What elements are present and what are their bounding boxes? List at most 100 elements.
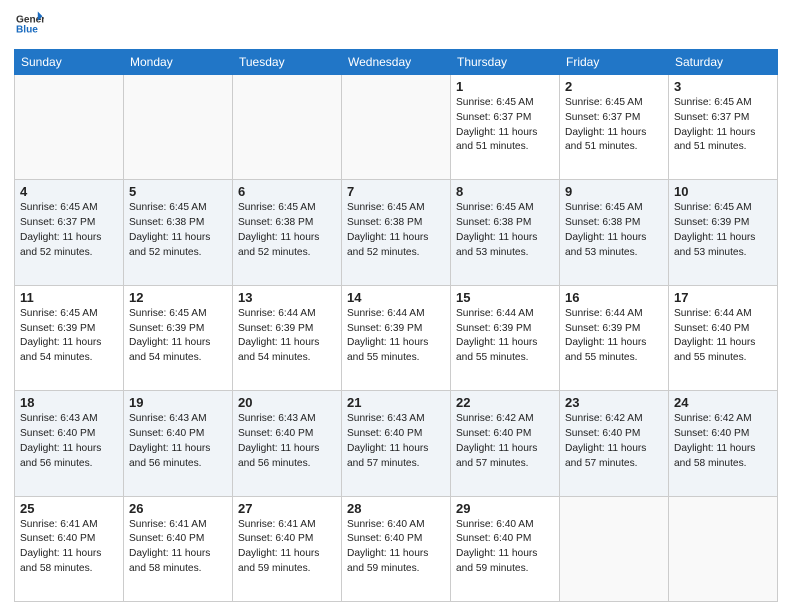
day-info: Sunrise: 6:43 AM Sunset: 6:40 PM Dayligh…	[238, 412, 336, 471]
day-info: Sunrise: 6:45 AM Sunset: 6:39 PM Dayligh…	[129, 307, 227, 366]
calendar-week-row: 11 Sunrise: 6:45 AM Sunset: 6:39 PM Dayli…	[15, 285, 778, 390]
day-number: 29	[456, 501, 554, 516]
day-number: 3	[674, 79, 772, 94]
calendar-cell: 22Sunrise: 6:42 AM Sunset: 6:40 PM Dayli…	[451, 391, 560, 496]
day-info: Sunrise: 6:41 AM Sunset: 6:40 PM Dayligh…	[238, 518, 336, 577]
day-info: Sunrise: 6:44 AM Sunset: 6:39 PM Dayligh…	[347, 307, 445, 366]
calendar-cell: 23 Sunrise: 6:42 AM Sunset: 6:40 PM Dayli…	[560, 391, 669, 496]
calendar-cell: 3 Sunrise: 6:45 AM Sunset: 6:37 PM Daylig…	[669, 75, 778, 180]
calendar-cell: 17Sunrise: 6:44 AM Sunset: 6:40 PM Dayli…	[669, 285, 778, 390]
day-info: Sunrise: 6:41 AM Sunset: 6:40 PM Dayligh…	[20, 518, 118, 577]
calendar-cell: 4 Sunrise: 6:45 AM Sunset: 6:37 PM Daylig…	[15, 180, 124, 285]
calendar-cell: 14 Sunrise: 6:44 AM Sunset: 6:39 PM Dayli…	[342, 285, 451, 390]
calendar-cell: 13 Sunrise: 6:44 AM Sunset: 6:39 PM Dayli…	[233, 285, 342, 390]
calendar-cell: 28 Sunrise: 6:40 AM Sunset: 6:40 PM Dayli…	[342, 496, 451, 601]
day-info: Sunrise: 6:43 AM Sunset: 6:40 PM Dayligh…	[20, 412, 118, 471]
calendar-cell: 29 Sunrise: 6:40 AM Sunset: 6:40 PM Dayli…	[451, 496, 560, 601]
day-info: Sunrise: 6:44 AM Sunset: 6:39 PM Dayligh…	[238, 307, 336, 366]
day-number: 27	[238, 501, 336, 516]
day-info: Sunrise: 6:45 AM Sunset: 6:37 PM Dayligh…	[20, 201, 118, 260]
day-info: Sunrise: 6:45 AM Sunset: 6:39 PM Dayligh…	[20, 307, 118, 366]
day-number: 28	[347, 501, 445, 516]
day-number: 4	[20, 184, 118, 199]
day-info: Sunrise: 6:40 AM Sunset: 6:40 PM Dayligh…	[456, 518, 554, 577]
day-info: Sunrise: 6:45 AM Sunset: 6:37 PM Dayligh…	[565, 96, 663, 155]
calendar-cell: 24 Sunrise: 6:42 AM Sunset: 6:40 PM Dayli…	[669, 391, 778, 496]
day-number: 2	[565, 79, 663, 94]
day-number: 12	[129, 290, 227, 305]
svg-text:Blue: Blue	[16, 25, 38, 36]
calendar-cell: 5 Sunrise: 6:45 AM Sunset: 6:38 PM Daylig…	[124, 180, 233, 285]
day-number: 23	[565, 395, 663, 410]
day-number: 15	[456, 290, 554, 305]
day-info: Sunrise: 6:40 AM Sunset: 6:40 PM Dayligh…	[347, 518, 445, 577]
calendar-cell: 7 Sunrise: 6:45 AM Sunset: 6:38 PM Daylig…	[342, 180, 451, 285]
calendar-cell	[560, 496, 669, 601]
header: General Blue	[14, 10, 778, 43]
day-number: 9	[565, 184, 663, 199]
day-info: Sunrise: 6:42 AM Sunset: 6:40 PM Dayligh…	[674, 412, 772, 471]
page: General Blue SundayMondayTuesdayWednesda…	[0, 0, 792, 612]
day-info: Sunrise: 6:45 AM Sunset: 6:38 PM Dayligh…	[347, 201, 445, 260]
day-number: 6	[238, 184, 336, 199]
day-number: 24	[674, 395, 772, 410]
calendar-week-row: 4 Sunrise: 6:45 AM Sunset: 6:37 PM Daylig…	[15, 180, 778, 285]
day-number: 14	[347, 290, 445, 305]
day-number: 21	[347, 395, 445, 410]
calendar-cell: 18 Sunrise: 6:43 AM Sunset: 6:40 PM Dayli…	[15, 391, 124, 496]
weekday-header: Thursday	[451, 50, 560, 75]
weekday-header: Saturday	[669, 50, 778, 75]
day-number: 13	[238, 290, 336, 305]
calendar-cell: 15 Sunrise: 6:44 AM Sunset: 6:39 PM Dayli…	[451, 285, 560, 390]
calendar-cell: 9 Sunrise: 6:45 AM Sunset: 6:38 PM Daylig…	[560, 180, 669, 285]
calendar-cell: 25 Sunrise: 6:41 AM Sunset: 6:40 PM Dayli…	[15, 496, 124, 601]
day-number: 11	[20, 290, 118, 305]
calendar-cell: 11 Sunrise: 6:45 AM Sunset: 6:39 PM Dayli…	[15, 285, 124, 390]
weekday-header: Monday	[124, 50, 233, 75]
calendar-cell	[669, 496, 778, 601]
day-info: Sunrise: 6:45 AM Sunset: 6:38 PM Dayligh…	[238, 201, 336, 260]
calendar-week-row: 25 Sunrise: 6:41 AM Sunset: 6:40 PM Dayli…	[15, 496, 778, 601]
day-info: Sunrise: 6:43 AM Sunset: 6:40 PM Dayligh…	[129, 412, 227, 471]
logo-icon: General Blue	[16, 10, 44, 38]
weekday-header: Wednesday	[342, 50, 451, 75]
calendar-cell: 21 Sunrise: 6:43 AM Sunset: 6:40 PM Dayli…	[342, 391, 451, 496]
day-info: Sunrise: 6:43 AM Sunset: 6:40 PM Dayligh…	[347, 412, 445, 471]
day-number: 8	[456, 184, 554, 199]
calendar-cell: 19 Sunrise: 6:43 AM Sunset: 6:40 PM Dayli…	[124, 391, 233, 496]
day-info: Sunrise: 6:45 AM Sunset: 6:38 PM Dayligh…	[565, 201, 663, 260]
calendar-cell: 26 Sunrise: 6:41 AM Sunset: 6:40 PM Dayli…	[124, 496, 233, 601]
weekday-header: Tuesday	[233, 50, 342, 75]
day-info: Sunrise: 6:44 AM Sunset: 6:39 PM Dayligh…	[565, 307, 663, 366]
calendar-cell: 8Sunrise: 6:45 AM Sunset: 6:38 PM Daylig…	[451, 180, 560, 285]
day-info: Sunrise: 6:44 AM Sunset: 6:40 PM Dayligh…	[674, 307, 772, 366]
day-info: Sunrise: 6:44 AM Sunset: 6:39 PM Dayligh…	[456, 307, 554, 366]
calendar-cell	[15, 75, 124, 180]
calendar-week-row: 18 Sunrise: 6:43 AM Sunset: 6:40 PM Dayli…	[15, 391, 778, 496]
day-number: 10	[674, 184, 772, 199]
calendar-cell	[233, 75, 342, 180]
calendar-cell: 2 Sunrise: 6:45 AM Sunset: 6:37 PM Daylig…	[560, 75, 669, 180]
weekday-header: Sunday	[15, 50, 124, 75]
calendar-cell: 12 Sunrise: 6:45 AM Sunset: 6:39 PM Dayli…	[124, 285, 233, 390]
day-number: 26	[129, 501, 227, 516]
day-info: Sunrise: 6:42 AM Sunset: 6:40 PM Dayligh…	[565, 412, 663, 471]
day-info: Sunrise: 6:45 AM Sunset: 6:38 PM Dayligh…	[129, 201, 227, 260]
day-info: Sunrise: 6:45 AM Sunset: 6:37 PM Dayligh…	[456, 96, 554, 155]
calendar-cell: 6 Sunrise: 6:45 AM Sunset: 6:38 PM Daylig…	[233, 180, 342, 285]
day-number: 16	[565, 290, 663, 305]
day-info: Sunrise: 6:41 AM Sunset: 6:40 PM Dayligh…	[129, 518, 227, 577]
calendar-cell: 16 Sunrise: 6:44 AM Sunset: 6:39 PM Dayli…	[560, 285, 669, 390]
day-number: 25	[20, 501, 118, 516]
day-number: 7	[347, 184, 445, 199]
calendar-cell: 20 Sunrise: 6:43 AM Sunset: 6:40 PM Dayli…	[233, 391, 342, 496]
calendar-cell: 27 Sunrise: 6:41 AM Sunset: 6:40 PM Dayli…	[233, 496, 342, 601]
calendar-table: SundayMondayTuesdayWednesdayThursdayFrid…	[14, 49, 778, 602]
day-number: 19	[129, 395, 227, 410]
calendar-cell	[124, 75, 233, 180]
day-number: 18	[20, 395, 118, 410]
calendar-header-row: SundayMondayTuesdayWednesdayThursdayFrid…	[15, 50, 778, 75]
day-info: Sunrise: 6:45 AM Sunset: 6:37 PM Dayligh…	[674, 96, 772, 155]
day-number: 20	[238, 395, 336, 410]
day-number: 5	[129, 184, 227, 199]
